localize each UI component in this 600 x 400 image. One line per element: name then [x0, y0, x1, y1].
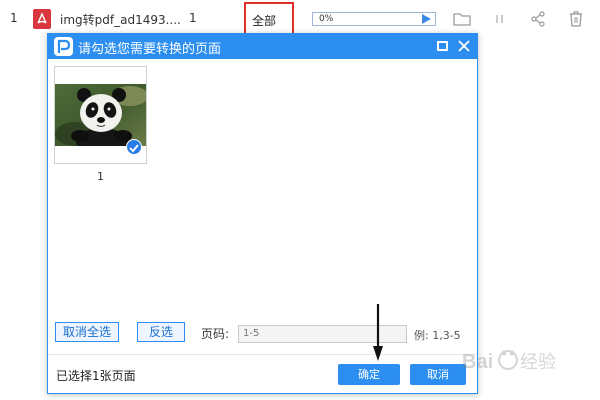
app-logo-icon	[54, 37, 73, 56]
annotation-arrow-icon	[373, 304, 383, 361]
folder-icon[interactable]	[452, 9, 472, 29]
page-range-highlight	[244, 2, 294, 36]
svg-text:Bai: Bai	[462, 351, 493, 373]
progress-text: 0%	[319, 14, 334, 24]
confirm-button[interactable]: 确定	[338, 364, 400, 385]
row-index: 1	[10, 11, 18, 25]
file-name: img转pdf_ad1493....	[60, 13, 181, 27]
dialog-title-bar[interactable]: 请勾选您需要转换的页面	[48, 34, 477, 59]
maximize-icon[interactable]	[437, 41, 448, 51]
page-number-label: 页码:	[201, 327, 230, 341]
svg-text:经验: 经验	[520, 352, 556, 373]
trash-icon[interactable]	[566, 9, 586, 29]
selected-count-text: 已选择1张页面	[56, 369, 136, 383]
footer-divider	[48, 354, 477, 355]
page-thumbnail[interactable]	[54, 66, 147, 164]
dialog-title: 请勾选您需要转换的页面	[78, 42, 222, 57]
select-pages-dialog: 请勾选您需要转换的页面 1 取消全选 反选 页码: 1-5 例: 1,3-5 已…	[47, 33, 478, 394]
page-count: 1	[189, 11, 197, 25]
panda-image	[55, 84, 146, 146]
checked-icon[interactable]	[126, 139, 142, 155]
thumbnail-page-number: 1	[97, 170, 104, 183]
invert-selection-button[interactable]: 反选	[137, 322, 185, 342]
cancel-button[interactable]: 取消	[410, 364, 466, 385]
pause-icon[interactable]	[490, 9, 510, 29]
baidu-jingyan-watermark: Bai 经验	[462, 342, 582, 382]
start-convert-icon[interactable]	[422, 14, 431, 24]
close-icon[interactable]	[457, 39, 471, 53]
share-icon[interactable]	[528, 9, 548, 29]
deselect-all-button[interactable]: 取消全选	[55, 322, 119, 342]
conversion-progress-bar: 0%	[312, 12, 436, 26]
page-format-example: 例: 1,3-5	[414, 329, 461, 342]
pdf-file-icon	[33, 9, 51, 29]
